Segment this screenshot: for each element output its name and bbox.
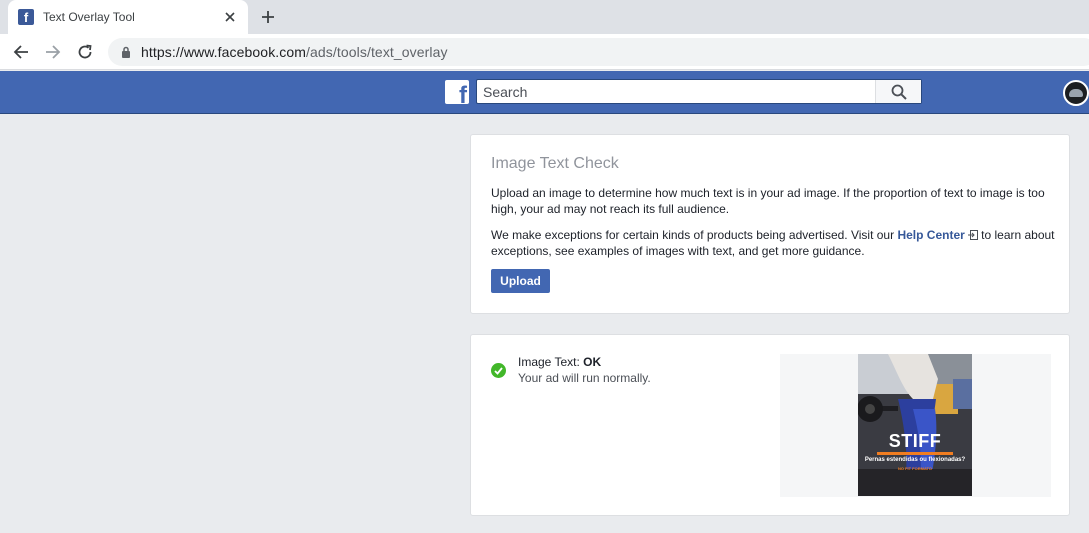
external-link-icon xyxy=(967,230,978,240)
ad-brand: NO FIT FORMATO xyxy=(897,466,933,471)
facebook-logo-icon[interactable]: f xyxy=(445,80,469,104)
url-host: https://www.facebook.com xyxy=(141,44,307,60)
page-title: Image Text Check xyxy=(491,155,619,172)
search-button[interactable] xyxy=(875,80,921,103)
status-message: Your ad will run normally. xyxy=(518,371,651,385)
address-bar[interactable]: https://www.facebook.com/ads/tools/text_… xyxy=(108,38,1089,66)
forward-arrow-icon[interactable] xyxy=(43,42,63,62)
ad-accent-bar xyxy=(877,452,953,455)
plus-icon[interactable] xyxy=(258,7,278,27)
image-text-result-card: Image Text: OK Your ad will run normally… xyxy=(470,334,1070,516)
search-input[interactable] xyxy=(477,80,875,103)
status-value: OK xyxy=(583,355,602,369)
gym-photo xyxy=(858,354,972,496)
image-text-status: Image Text: OK xyxy=(518,355,601,369)
back-arrow-icon[interactable] xyxy=(11,42,31,62)
browser-tab[interactable]: f Text Overlay Tool xyxy=(8,0,248,34)
ad-image: STIFF Pernas estendidas ou flexionadas? … xyxy=(858,354,972,496)
reload-icon[interactable] xyxy=(75,42,95,62)
intro-paragraph: Upload an image to determine how much te… xyxy=(491,186,1045,216)
exceptions-text-before: We make exceptions for certain kinds of … xyxy=(491,228,898,242)
tab-title: Text Overlay Tool xyxy=(43,10,135,24)
ad-image-preview: STIFF Pernas estendidas ou flexionadas? … xyxy=(780,354,1051,497)
search-box xyxy=(476,79,922,104)
url-text: https://www.facebook.com/ads/tools/text_… xyxy=(141,44,448,60)
check-circle-icon xyxy=(491,363,506,378)
facebook-favicon-icon: f xyxy=(18,9,34,25)
url-path: /ads/tools/text_overlay xyxy=(306,44,448,60)
avatar[interactable] xyxy=(1063,80,1089,106)
ad-subline: Pernas estendidas ou flexionadas? xyxy=(864,457,966,463)
browser-tabstrip: f Text Overlay Tool xyxy=(0,0,1089,34)
lock-icon xyxy=(120,45,132,59)
exceptions-paragraph: We make exceptions for certain kinds of … xyxy=(491,227,1056,259)
ad-headline: STIFF xyxy=(888,431,942,451)
close-icon[interactable] xyxy=(222,9,238,25)
search-icon xyxy=(891,84,907,100)
image-text-check-card: Image Text Check Upload an image to dete… xyxy=(470,134,1070,314)
help-center-link[interactable]: Help Center xyxy=(897,228,978,242)
browser-toolbar: https://www.facebook.com/ads/tools/text_… xyxy=(0,34,1089,70)
facebook-top-bar: f xyxy=(0,71,1089,114)
help-center-label: Help Center xyxy=(897,228,965,242)
status-label: Image Text: xyxy=(518,355,584,369)
upload-button[interactable]: Upload xyxy=(491,269,550,293)
